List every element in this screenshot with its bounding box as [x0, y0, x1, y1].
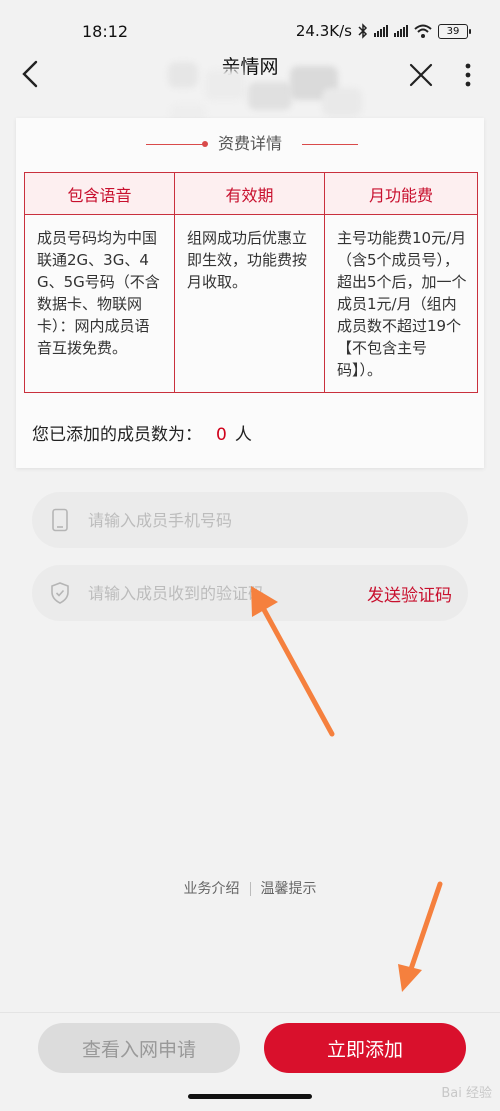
- bluetooth-icon: [358, 23, 368, 39]
- table-header-row: 包含语音 有效期 月功能费: [24, 172, 478, 215]
- member-count-value: 0: [216, 425, 227, 445]
- intro-link[interactable]: 业务介绍: [184, 881, 240, 897]
- home-indicator: [188, 1094, 312, 1099]
- signal-icon: [374, 25, 388, 37]
- phone-input[interactable]: [88, 492, 358, 548]
- table-cell: 组网成功后优惠立即生效，功能费按月收取。: [174, 214, 325, 393]
- table-cell: 主号功能费10元/月（含5个成员号），超出5个后，加一个成员1元/月（组内成员数…: [324, 214, 478, 393]
- table-header: 包含语音: [24, 172, 175, 215]
- table-header: 有效期: [174, 172, 325, 215]
- send-code-button[interactable]: 发送验证码: [367, 581, 452, 606]
- member-count: 您已添加的成员数为： 0 人: [32, 420, 252, 445]
- tips-link[interactable]: 温馨提示: [261, 881, 317, 897]
- more-icon[interactable]: [458, 60, 478, 90]
- view-application-button[interactable]: 查看入网申请: [38, 1023, 240, 1073]
- heading-line-right: [302, 144, 358, 145]
- member-count-unit: 人: [234, 425, 252, 445]
- status-time: 18:12: [82, 22, 129, 41]
- annotation-arrow-down: [398, 881, 443, 992]
- wifi-icon: [414, 24, 432, 38]
- close-button[interactable]: [406, 60, 436, 90]
- status-bar: 18:12 24.3K/s 39: [0, 0, 500, 46]
- status-indicators: 24.3K/s 39: [295, 22, 471, 40]
- footer-links: 业务介绍 温馨提示: [0, 878, 500, 898]
- code-input[interactable]: [88, 565, 358, 621]
- code-input-row: 发送验证码: [32, 565, 468, 621]
- fee-table: 包含语音 有效期 月功能费 成员号码均为中国联通2G、3G、4G、5G号码（不含…: [24, 172, 478, 393]
- add-now-button[interactable]: 立即添加: [264, 1023, 466, 1073]
- signal-hd-icon: [394, 25, 408, 37]
- table-header: 月功能费: [324, 172, 478, 215]
- member-count-label: 您已添加的成员数为：: [32, 425, 202, 445]
- battery-icon: 39: [438, 23, 471, 39]
- bottom-action-bar: 查看入网申请 立即添加 Bai 经验: [0, 1012, 500, 1111]
- watermark: Bai 经验: [441, 1086, 492, 1101]
- table-row: 成员号码均为中国联通2G、3G、4G、5G号码（不含数据卡、物联网卡）：网内成员…: [24, 214, 478, 393]
- fee-details-card: 资费详情 包含语音 有效期 月功能费 成员号码均为中国联通2G、3G、4G、5G…: [16, 118, 484, 468]
- link-divider: [249, 882, 251, 896]
- shield-icon: [51, 582, 69, 604]
- table-cell: 成员号码均为中国联通2G、3G、4G、5G号码（不含数据卡、物联网卡）：网内成员…: [24, 214, 175, 393]
- network-speed: 24.3K/s: [295, 22, 352, 40]
- phone-icon: [52, 508, 68, 532]
- phone-input-row: [32, 492, 468, 548]
- card-heading: 资费详情: [217, 134, 282, 153]
